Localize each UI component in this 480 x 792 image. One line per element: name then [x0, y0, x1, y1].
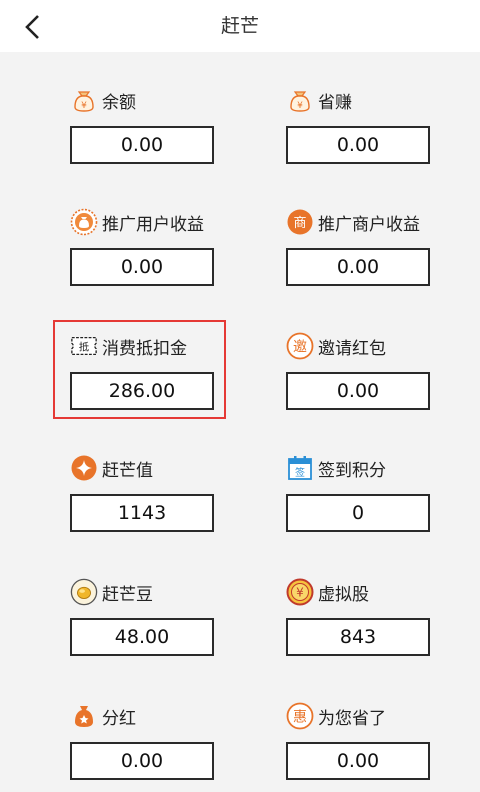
calendar-badge-text: 签 — [295, 466, 305, 479]
save-badge-icon: 惠 — [286, 702, 314, 730]
saved-for-you-value: 0.00 — [286, 742, 430, 780]
merchant-promotion-label: 推广商户收益 — [318, 214, 420, 235]
virtual-shares-value: 843 — [286, 618, 430, 656]
user-promotion-label: 推广用户收益 — [102, 214, 204, 235]
ticket-badge-text: 抵 — [79, 341, 89, 354]
consumption-deduction-card[interactable]: 抵 消费抵扣金 286.00 — [70, 332, 230, 422]
money-bag-icon: ¥ — [286, 86, 314, 114]
page-title: 赶芒 — [220, 15, 259, 37]
yen-coin-icon: ¥ — [286, 578, 314, 606]
saved-for-you-card[interactable]: 惠 为您省了 0.00 — [286, 702, 446, 792]
svg-text:¥: ¥ — [81, 101, 87, 111]
ganmang-value-value: 1143 — [70, 494, 214, 532]
ganmang-bean-value: 48.00 — [70, 618, 214, 656]
invite-badge-text: 邀 — [293, 340, 307, 356]
invite-redpacket-card[interactable]: 邀 邀请红包 0.00 — [286, 332, 446, 422]
dividend-card[interactable]: 分红 0.00 — [70, 702, 230, 792]
money-bag-icon: ¥ — [70, 86, 98, 114]
virtual-shares-card[interactable]: ¥ 虚拟股 843 — [286, 578, 446, 668]
dividend-value: 0.00 — [70, 742, 214, 780]
invite-redpacket-label: 邀请红包 — [318, 338, 386, 359]
invite-badge-icon: 邀 — [286, 332, 314, 360]
coin-bag-circle-icon — [70, 208, 98, 236]
top-bar: 赶芒 — [0, 0, 480, 52]
diamond-badge-icon — [70, 454, 98, 482]
svg-text:¥: ¥ — [297, 101, 303, 111]
shop-badge-text: 商 — [293, 216, 306, 231]
ticket-icon: 抵 — [70, 332, 98, 360]
gold-bean-icon — [70, 578, 98, 606]
invite-redpacket-value: 0.00 — [286, 372, 430, 410]
merchant-promotion-card[interactable]: 商 推广商户收益 0.00 — [286, 208, 446, 298]
ganmang-bean-card[interactable]: 赶芒豆 48.00 — [70, 578, 230, 668]
dividend-label: 分红 — [102, 708, 136, 729]
ganmang-value-label: 赶芒值 — [102, 460, 153, 481]
balance-value: 0.00 — [70, 126, 214, 164]
sign-in-points-value: 0 — [286, 494, 430, 532]
virtual-shares-label: 虚拟股 — [318, 584, 369, 605]
savings-earnings-card[interactable]: ¥ 省赚 0.00 — [286, 86, 446, 176]
savings-earnings-value: 0.00 — [286, 126, 430, 164]
dividend-bag-icon — [70, 702, 98, 730]
calendar-sign-icon: 签 — [286, 454, 314, 482]
balance-card[interactable]: ¥ 余额 0.00 — [70, 86, 230, 176]
svg-text:¥: ¥ — [296, 586, 304, 600]
user-promotion-value: 0.00 — [70, 248, 214, 286]
consumption-deduction-value: 286.00 — [70, 372, 214, 410]
sign-in-points-card[interactable]: 签 签到积分 0 — [286, 454, 446, 544]
consumption-deduction-label: 消费抵扣金 — [102, 338, 187, 359]
user-promotion-card[interactable]: 推广用户收益 0.00 — [70, 208, 230, 298]
saved-for-you-label: 为您省了 — [318, 708, 386, 729]
sign-in-points-label: 签到积分 — [318, 460, 386, 481]
savings-earnings-label: 省赚 — [318, 92, 352, 113]
save-badge-text: 惠 — [293, 710, 307, 726]
balance-label: 余额 — [102, 92, 136, 113]
merchant-promotion-value: 0.00 — [286, 248, 430, 286]
ganmang-value-card[interactable]: 赶芒值 1143 — [70, 454, 230, 544]
ganmang-bean-label: 赶芒豆 — [102, 584, 153, 605]
shop-badge-icon: 商 — [286, 208, 314, 236]
